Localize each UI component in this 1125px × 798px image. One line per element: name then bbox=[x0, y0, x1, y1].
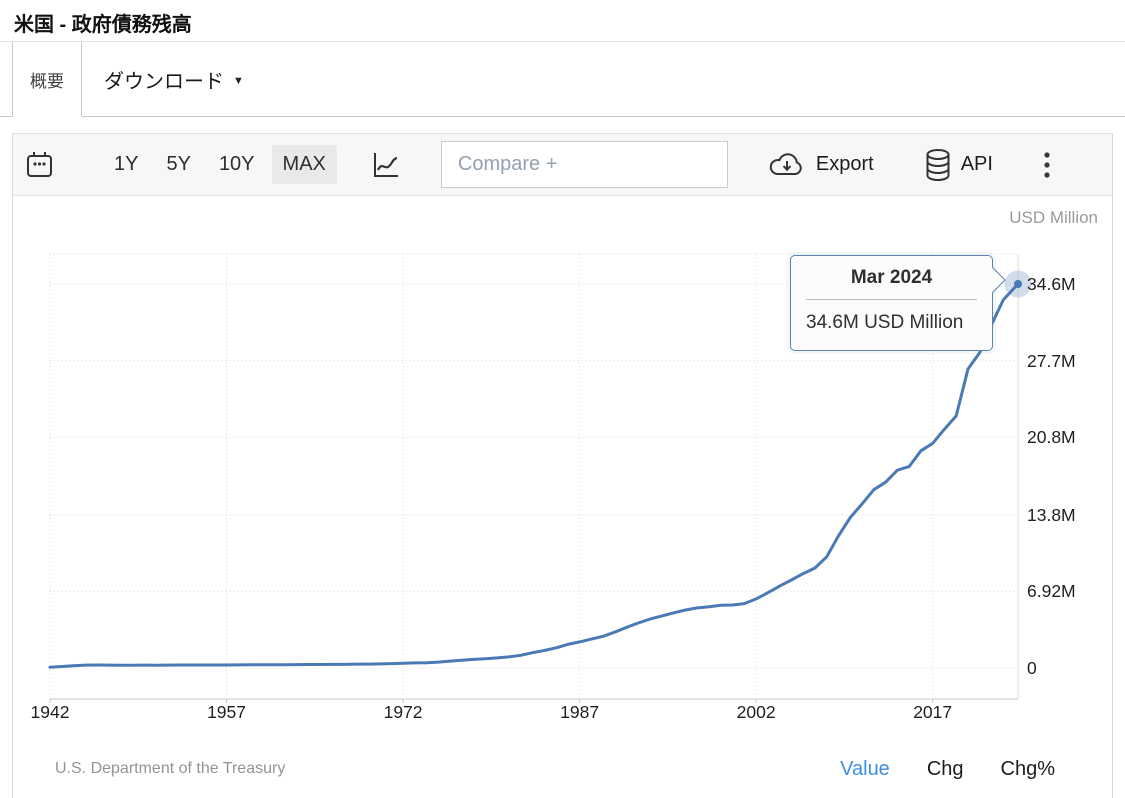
tab-bar: 概要 ダウンロード ▼ bbox=[0, 42, 1125, 117]
y-axis-tick-label: 34.6M bbox=[1027, 272, 1076, 296]
chevron-down-icon: ▼ bbox=[233, 72, 244, 87]
y-axis-tick-label: 13.8M bbox=[1027, 503, 1076, 527]
source-label: U.S. Department of the Treasury bbox=[55, 760, 285, 778]
chart-footer: U.S. Department of the Treasury Value Ch… bbox=[13, 740, 1112, 798]
page-header: 米国 - 政府債務残高 bbox=[0, 0, 1125, 42]
calendar-button[interactable] bbox=[26, 150, 53, 180]
compare-wrap bbox=[441, 141, 728, 188]
chart-toolbar: 1Y 5Y 10Y MAX Export bbox=[13, 133, 1112, 196]
y-axis-tick-label: 6.92M bbox=[1027, 579, 1076, 603]
footer-links: Value Chg Chg% bbox=[840, 758, 1055, 781]
x-axis-tick-label: 1957 bbox=[185, 702, 269, 723]
export-label: Export bbox=[816, 153, 874, 176]
y-axis-tick-label: 0 bbox=[1027, 656, 1037, 680]
line-chart-icon bbox=[369, 149, 401, 181]
compare-input[interactable] bbox=[441, 141, 728, 188]
tooltip-divider bbox=[806, 299, 977, 300]
range-button-10y[interactable]: 10Y bbox=[208, 145, 266, 184]
x-axis-tick-label: 2002 bbox=[714, 702, 798, 723]
x-axis-tick-label: 1942 bbox=[8, 702, 92, 723]
x-axis-tick-label: 2017 bbox=[891, 702, 975, 723]
page-title: 米国 - 政府債務残高 bbox=[0, 0, 1125, 37]
footer-link-value[interactable]: Value bbox=[840, 758, 890, 781]
footer-link-chg[interactable]: Chg bbox=[927, 758, 964, 781]
range-button-max[interactable]: MAX bbox=[272, 145, 337, 184]
x-axis-tick-label: 1972 bbox=[361, 702, 445, 723]
y-axis-tick-label: 20.8M bbox=[1027, 425, 1076, 449]
calendar-icon bbox=[26, 150, 53, 180]
chart-panel: 1Y 5Y 10Y MAX Export bbox=[12, 133, 1113, 798]
chart-tooltip: Mar 2024 34.6M USD Million bbox=[790, 255, 993, 351]
chart-plot-area[interactable]: USD Million 34.6M27.7M20.8M13.8M6.92M019… bbox=[13, 196, 1112, 740]
range-button-5y[interactable]: 5Y bbox=[155, 145, 201, 184]
tooltip-value: 34.6M USD Million bbox=[806, 312, 992, 334]
footer-link-chgpct[interactable]: Chg% bbox=[1001, 758, 1055, 781]
tooltip-title: Mar 2024 bbox=[791, 267, 992, 289]
x-axis-tick-label: 1987 bbox=[538, 702, 622, 723]
y-axis-tick-label: 27.7M bbox=[1027, 349, 1076, 373]
app-root: 米国 - 政府債務残高 概要 ダウンロード ▼ bbox=[0, 0, 1125, 798]
database-icon bbox=[924, 148, 952, 182]
tab-download-label: ダウンロード bbox=[104, 65, 224, 94]
api-button[interactable]: API bbox=[924, 148, 993, 182]
kebab-menu-icon bbox=[1043, 149, 1051, 181]
chart-type-button[interactable] bbox=[369, 149, 401, 181]
export-button[interactable]: Export bbox=[767, 151, 874, 179]
tab-overview[interactable]: 概要 bbox=[12, 42, 82, 117]
cloud-download-icon bbox=[767, 151, 807, 179]
more-options-button[interactable] bbox=[1043, 149, 1051, 181]
tab-download[interactable]: ダウンロード ▼ bbox=[96, 42, 252, 116]
api-label: API bbox=[961, 153, 993, 176]
tab-overview-label: 概要 bbox=[30, 67, 64, 92]
range-buttons: 1Y 5Y 10Y MAX bbox=[103, 145, 337, 184]
range-button-1y[interactable]: 1Y bbox=[103, 145, 149, 184]
